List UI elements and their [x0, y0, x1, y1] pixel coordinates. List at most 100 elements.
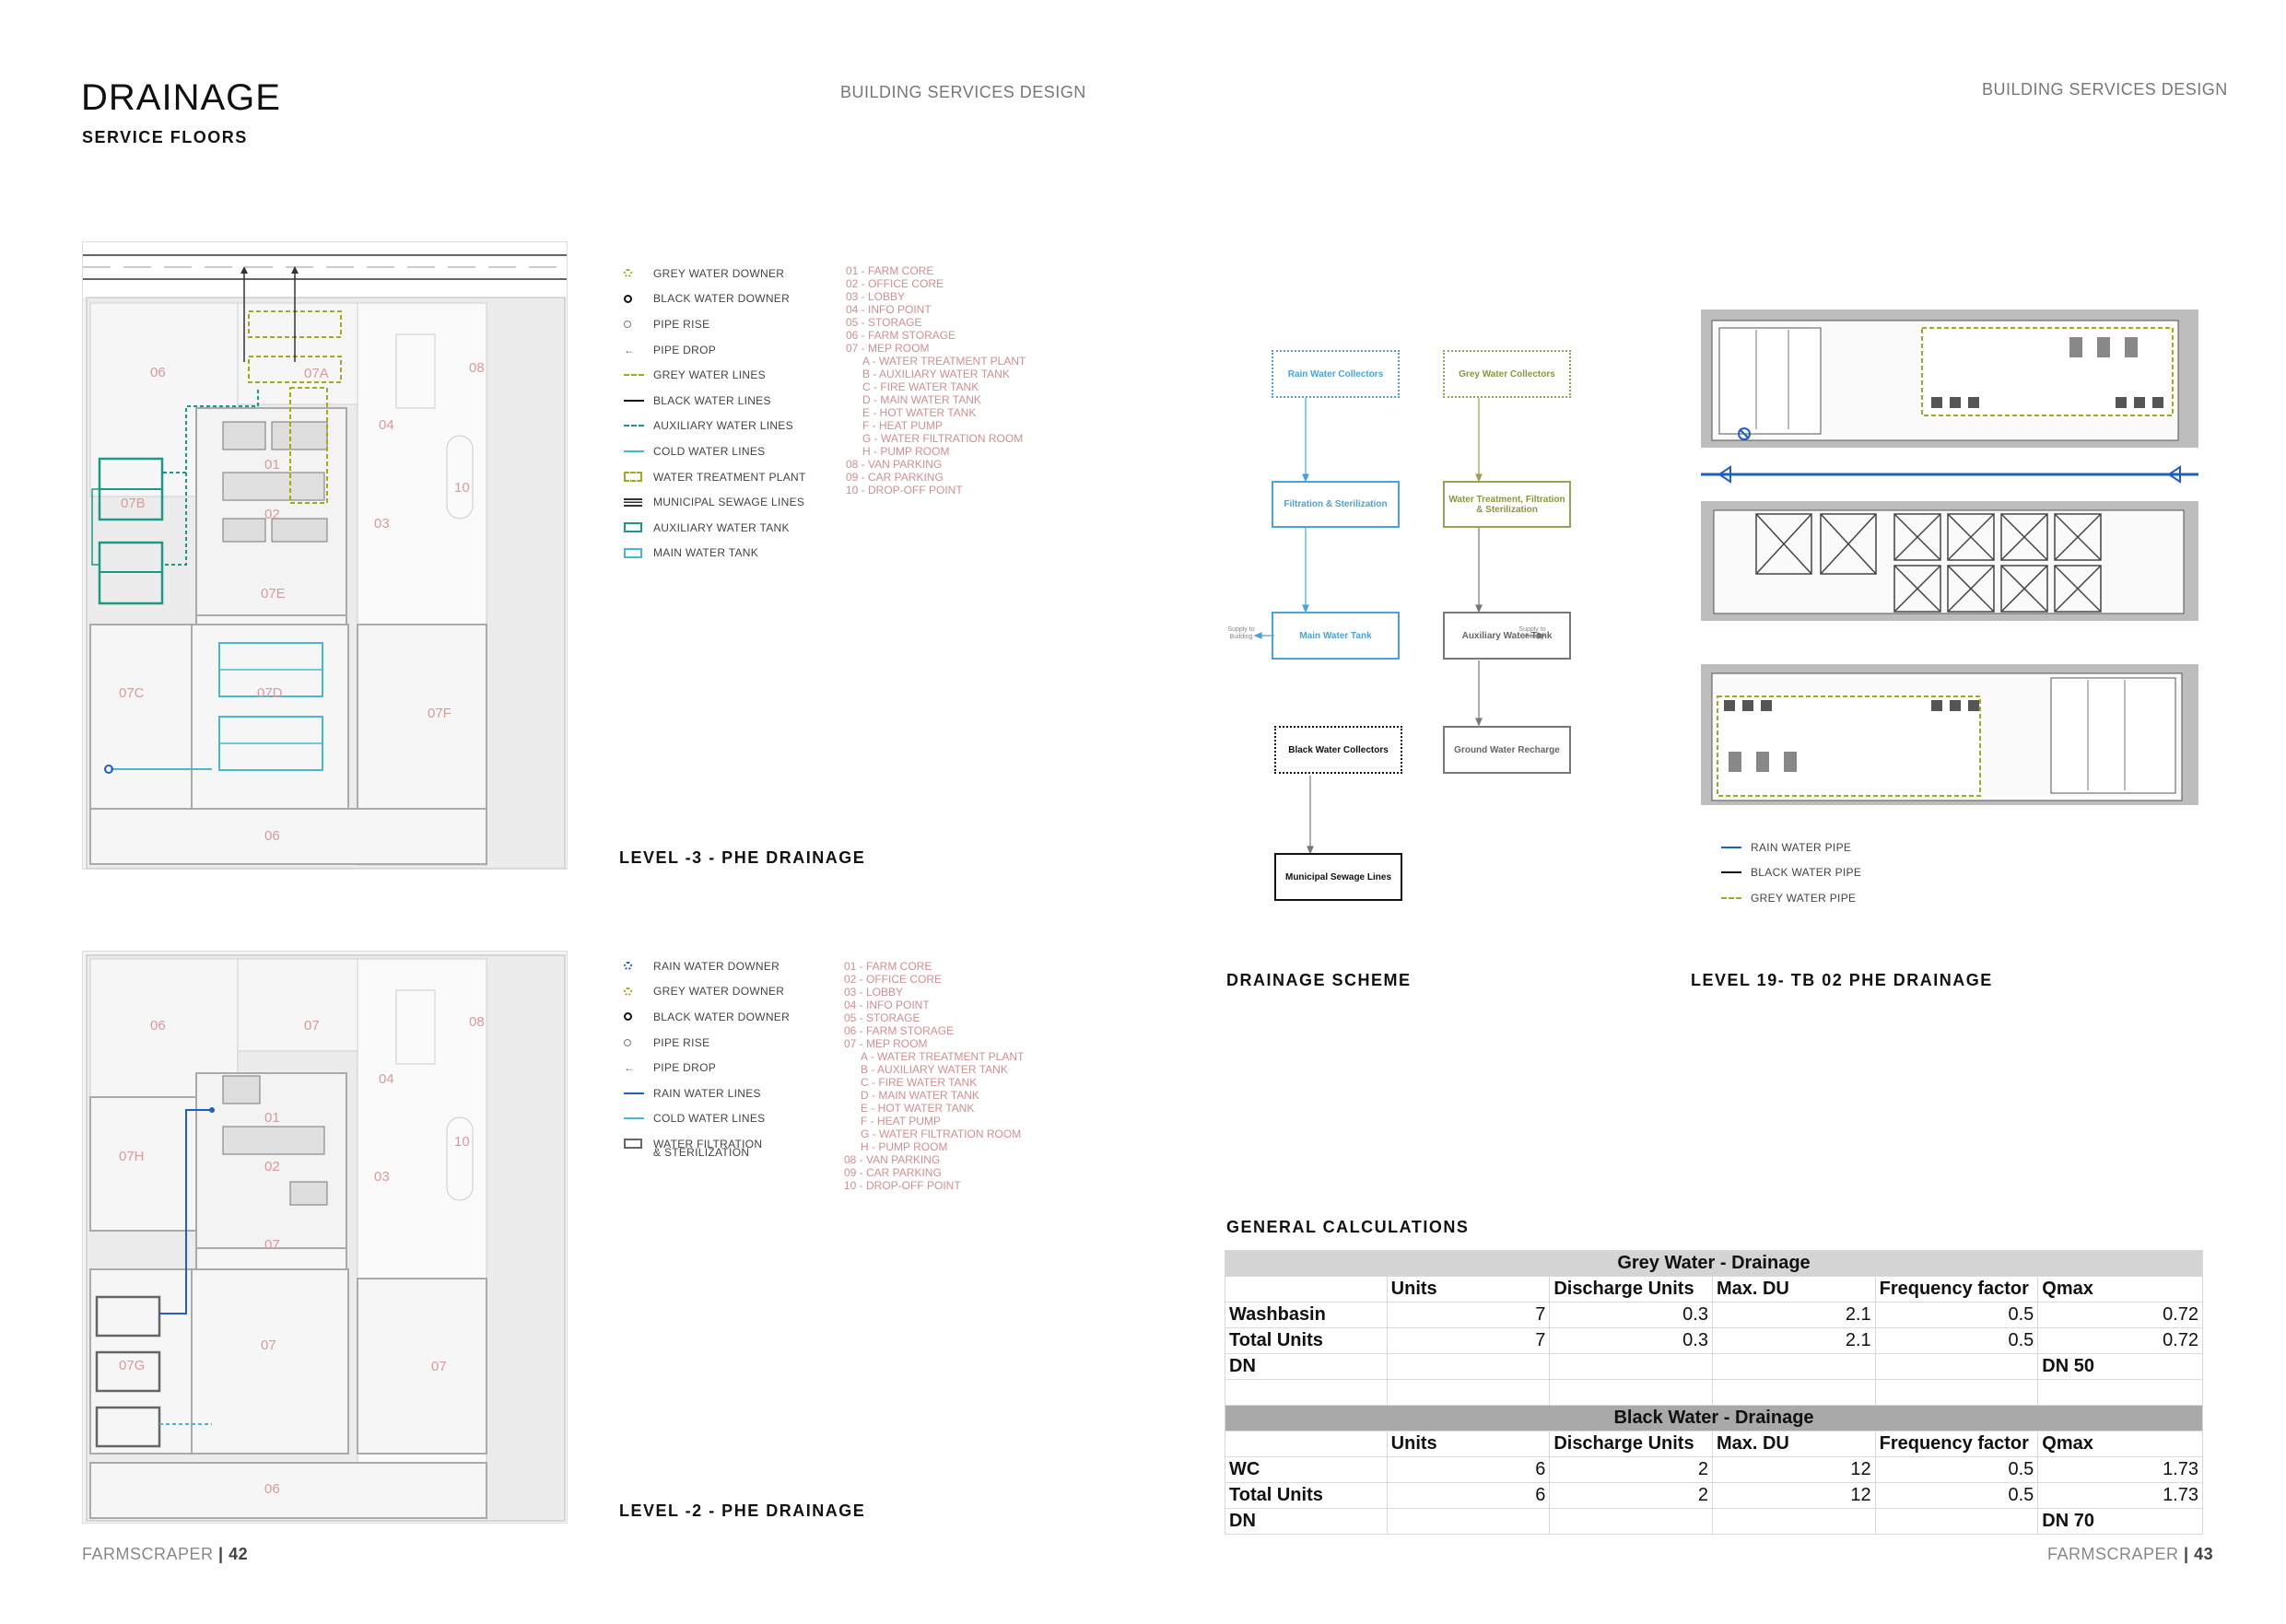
table-cell: 0.5: [1874, 1456, 2039, 1483]
drainage-scheme-flowchart: Rain Water Collectors Filtration & Steri…: [1225, 341, 1571, 912]
green-circle-icon: [624, 987, 653, 996]
room-list-item: 06 - FARM STORAGE: [844, 1024, 955, 1037]
table-cell: [1711, 1353, 1876, 1380]
legend-label: MAIN WATER TANK: [653, 546, 759, 560]
page-footer: FARMSCRAPER | 43: [2047, 1545, 2213, 1564]
room-label: 08: [469, 1014, 485, 1030]
table-cell: WC: [1225, 1456, 1388, 1483]
floor-plan-drawing: [86, 954, 566, 1522]
drainage-scheme-caption: DRAINAGE SCHEME: [1226, 971, 1412, 989]
grey-water-collectors-box: Grey Water Collectors: [1443, 350, 1571, 398]
table-cell: 0.5: [1874, 1482, 2039, 1509]
legend-item: GREY WATER PIPE: [1721, 885, 1861, 911]
room-label: 07B: [121, 496, 146, 511]
legend-item: GREY WATER LINES: [624, 362, 806, 388]
table-cell: [1386, 1379, 1551, 1406]
legend-item: RAIN WATER LINES: [624, 1081, 790, 1106]
room-list-item: B - AUXILIARY WATER TANK: [861, 1063, 1008, 1076]
table-cell: 1.73: [2037, 1456, 2203, 1483]
table-cell: DN 70: [2037, 1508, 2203, 1535]
page-number: 43: [2194, 1545, 2214, 1563]
room-list-item: 04 - INFO POINT: [844, 999, 930, 1011]
table-cell: DN: [1225, 1353, 1388, 1380]
room-label: 10: [454, 1134, 470, 1150]
room-label: 07: [261, 1338, 276, 1353]
room-label: 06: [150, 365, 166, 380]
legend-item: RAIN WATER PIPE: [1721, 835, 1861, 860]
page-number: 42: [229, 1545, 249, 1563]
table-cell: [1386, 1508, 1551, 1535]
table-cell: 2.1: [1711, 1302, 1876, 1328]
level-minus3-floor-plan: 06 07A 08 04 01 02 03 10 07B 07E 07C 07D…: [82, 241, 568, 870]
column-header: [1225, 1431, 1388, 1457]
legend-label: PIPE RISE: [653, 1035, 710, 1049]
black-circle-icon: [624, 294, 653, 303]
column-header: Units: [1386, 1431, 1551, 1457]
green-circle-icon: [624, 269, 653, 278]
legend-label: MUNICIPAL SEWAGE LINES: [653, 496, 805, 509]
pipe-rise-icon: [624, 1038, 653, 1046]
table-cell: DN: [1225, 1508, 1388, 1535]
room-list-item: 01 - FARM CORE: [844, 960, 932, 973]
room-label: 02: [264, 1159, 280, 1174]
supply-to-building-label: Supply to Building: [1227, 626, 1255, 640]
table-cell: 6: [1386, 1482, 1551, 1509]
table-cell: 2: [1549, 1456, 1713, 1483]
table-cell: 0.3: [1549, 1302, 1713, 1328]
room-list-item: 04 - INFO POINT: [846, 303, 932, 316]
level-19-caption: LEVEL 19- TB 02 PHE DRAINAGE: [1691, 971, 1993, 989]
column-header: Discharge Units: [1549, 1276, 1713, 1303]
room-label: 03: [374, 516, 390, 532]
room-label: 06: [264, 828, 280, 844]
column-header: Frequency factor: [1874, 1276, 2039, 1303]
footer-brand: FARMSCRAPER: [2047, 1545, 2179, 1563]
cyan-box-symbol: [624, 547, 653, 558]
table-cell: Washbasin: [1225, 1302, 1388, 1328]
blue-line-symbol: [1721, 846, 1751, 848]
table-row: WC 6 2 12 0.5 1.73: [1225, 1456, 2203, 1483]
column-header: Frequency factor: [1874, 1431, 2039, 1457]
legend-label: GREY WATER LINES: [653, 368, 766, 382]
table-cell: [1549, 1508, 1713, 1535]
table-cell: [1225, 1379, 1388, 1406]
right-page: BUILDING SERVICES DESIGN Rain Water Coll…: [1143, 0, 2286, 1624]
room-list-item: G - WATER FILTRATION ROOM: [861, 1127, 1022, 1140]
room-list-item: D - MAIN WATER TANK: [862, 393, 981, 406]
table-cell: [2037, 1379, 2203, 1406]
rain-water-collectors-box: Rain Water Collectors: [1272, 350, 1400, 398]
legend-item: ← PIPE DROP: [624, 337, 806, 363]
room-list-item: 05 - STORAGE: [846, 316, 922, 329]
table-cell: 2.1: [1711, 1327, 1876, 1354]
room-list-item: E - HOT WATER TANK: [861, 1102, 975, 1115]
room-label: 07C: [119, 685, 145, 701]
cyan-line-symbol: [624, 450, 653, 452]
black-circle-icon: [624, 1012, 653, 1022]
room-list-item: 09 - CAR PARKING: [844, 1166, 942, 1179]
room-list-item: A - WATER TREATMENT PLANT: [862, 355, 1026, 368]
room-list-item: H - PUMP ROOM: [861, 1140, 948, 1153]
table-section-title: Grey Water - Drainage: [1225, 1250, 2203, 1277]
room-label: 01: [264, 457, 280, 473]
room-label: 07A: [304, 366, 329, 381]
supply-to-building-label: Supply to Building: [1518, 626, 1546, 640]
column-header: Units: [1386, 1276, 1551, 1303]
room-list-item: 06 - FARM STORAGE: [846, 329, 956, 342]
room-label: 01: [264, 1110, 280, 1126]
table-cell: [1874, 1379, 2039, 1406]
level-19-floor-plan: [1701, 310, 2198, 805]
table-cell: [1874, 1508, 2039, 1535]
legend-item: COLD WATER LINES: [624, 438, 806, 464]
ground-water-recharge-box: Ground Water Recharge: [1443, 726, 1571, 774]
level-minus2-floor-plan: 06 07 08 04 01 02 03 10 07H 07 07 07G 07…: [82, 951, 568, 1524]
black-line-symbol: [1721, 871, 1751, 874]
plan-caption-level-minus2: LEVEL -2 - PHE DRAINAGE: [619, 1501, 866, 1520]
table-row: Washbasin 7 0.3 2.1 0.5 0.72: [1225, 1302, 2203, 1328]
table-row: DN DN 70: [1225, 1508, 2203, 1535]
room-label: 07D: [257, 685, 283, 701]
legend-level-minus2: RAIN WATER DOWNER GREY WATER DOWNER BLACK …: [624, 953, 790, 1159]
room-list-item: 10 - DROP-OFF POINT: [844, 1179, 961, 1192]
room-label: 06: [150, 1018, 166, 1034]
table-row: Total Units 6 2 12 0.5 1.73: [1225, 1482, 2203, 1509]
room-list-item: 10 - DROP-OFF POINT: [846, 484, 963, 497]
room-list-item: 07 - MEP ROOM: [844, 1037, 928, 1050]
